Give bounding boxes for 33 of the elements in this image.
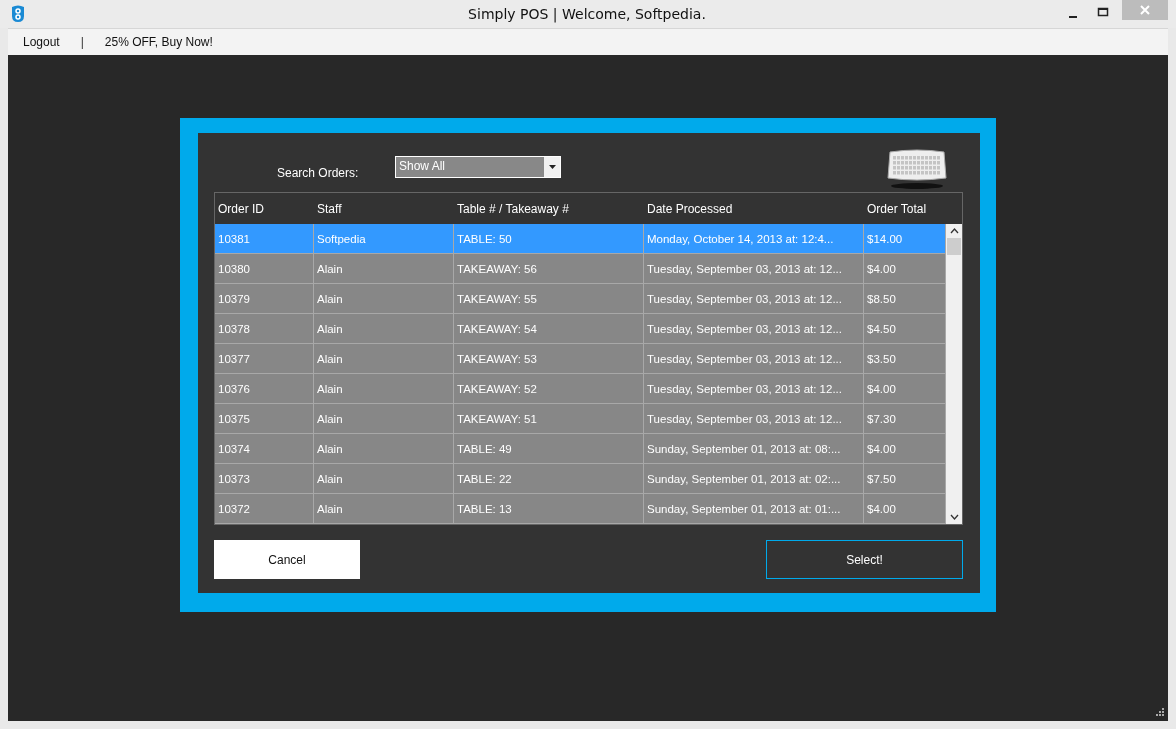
menu-link[interactable]: Logout — [23, 35, 60, 49]
table-cell: Sunday, September 01, 2013 at: 01:... — [644, 494, 864, 524]
select-button[interactable]: Select! — [766, 540, 963, 579]
column-header[interactable]: Order ID — [215, 201, 314, 216]
table-row[interactable]: 10378 Alain TAKEAWAY: 54 Tuesday, September 03, 2013 at: 12... $4.50 — [215, 314, 946, 344]
table-row[interactable]: 10381 Softpedia TABLE: 50 Monday, October 14, 2013 at: 12:4... $14.00 — [215, 224, 946, 254]
table-row[interactable]: 10377 Alain TAKEAWAY: 53 Tuesday, September 03, 2013 at: 12... $3.50 — [215, 344, 946, 374]
table-row[interactable]: 10375 Alain TAKEAWAY: 51 Tuesday, September 03, 2013 at: 12... $7.30 — [215, 404, 946, 434]
scroll-thumb[interactable] — [947, 238, 961, 255]
column-header[interactable]: Table # / Takeaway # — [454, 201, 644, 216]
table-row[interactable]: 10376 Alain TAKEAWAY: 52 Tuesday, September 03, 2013 at: 12... $4.00 — [215, 374, 946, 404]
table-cell: Alain — [314, 494, 454, 524]
scrollbar[interactable] — [946, 224, 962, 524]
dropdown-caret-icon — [548, 164, 556, 169]
menu-link[interactable]: 25% OFF, Buy Now! — [104, 35, 213, 49]
cancel-button[interactable]: Cancel — [214, 540, 360, 579]
table-row[interactable]: 10372 Alain TABLE: 13 Sunday, September 01, 2013 at: 01:... $4.00 — [215, 494, 946, 524]
table-row[interactable]: 10379 Alain TAKEAWAY: 55 Tuesday, September 03, 2013 at: 12... $8.50 — [215, 284, 946, 314]
table-row[interactable]: 10374 Alain TABLE: 49 Sunday, September 01, 2013 at: 08:... $4.00 — [215, 434, 946, 464]
app-logo-icon — [10, 5, 26, 23]
table-row[interactable]: 10373 Alain TABLE: 22 Sunday, September 01, 2013 at: 02:... $7.50 — [215, 464, 946, 494]
table-cell: 10372 — [215, 494, 314, 524]
keyboard-icon[interactable] — [886, 147, 948, 190]
menu-separator: | — [79, 35, 85, 49]
search-dropdown[interactable]: Show All — [395, 155, 561, 178]
window-title: Simply POS | Welcome, Softpedia. — [467, 6, 707, 22]
table-row[interactable]: 10380 Alain TAKEAWAY: 56 Tuesday, September 03, 2013 at: 12... $4.00 — [215, 254, 946, 284]
table-cell: TABLE: 13 — [454, 494, 644, 524]
column-header[interactable]: Order Total — [864, 201, 946, 216]
search-label: Search Orders: — [277, 165, 360, 180]
resize-grip-icon[interactable] — [1155, 708, 1165, 718]
column-header[interactable]: Staff — [314, 201, 454, 216]
column-header[interactable]: Date Processed — [644, 201, 864, 216]
